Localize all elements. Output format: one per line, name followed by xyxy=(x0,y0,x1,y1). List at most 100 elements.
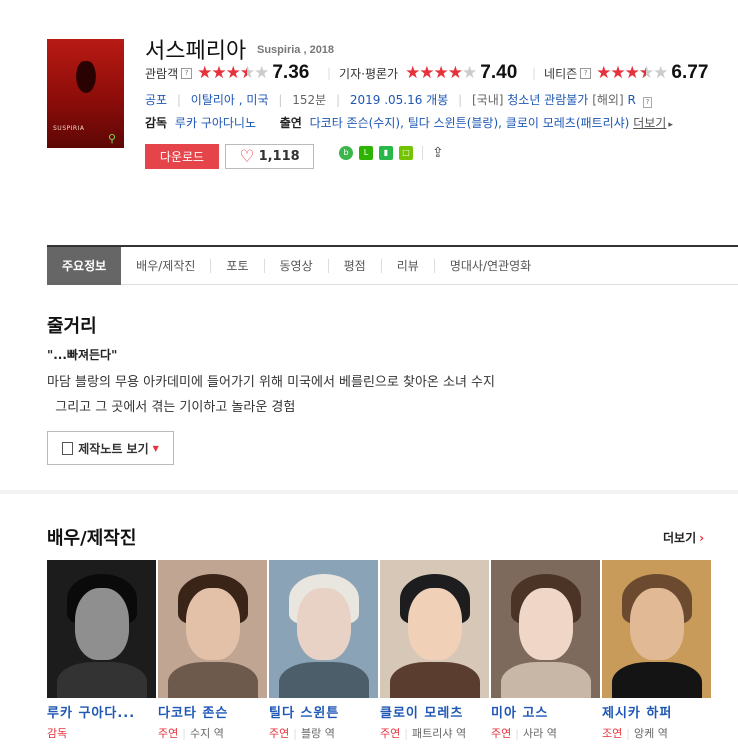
movie-info: 공포 | 이탈리아 , 미국 | 152분 | 2019 .05.16 개봉 |… xyxy=(145,91,653,108)
cast-role: 주연 | 패트리샤 역 xyxy=(380,727,467,740)
character-name: 사라 역 xyxy=(522,727,557,740)
tab-quotes[interactable]: 명대사/연관영화 xyxy=(435,259,546,273)
tab-main-info[interactable]: 주요정보 xyxy=(47,246,122,285)
cast-more-link[interactable]: 더보기 › xyxy=(663,529,704,546)
cast-name[interactable]: 다코타 존슨 xyxy=(158,702,269,721)
divider: | xyxy=(327,66,332,80)
cast-section-title: 배우/제작진 xyxy=(47,528,137,549)
movie-title[interactable]: 서스페리아 xyxy=(145,33,246,65)
caret-down-icon: ▼ xyxy=(152,443,159,453)
divider: | xyxy=(458,93,463,107)
poster-figure xyxy=(69,61,103,105)
cast-card[interactable]: 클로이 모레츠 주연 | 패트리샤 역 xyxy=(380,560,491,741)
role-type: 감독 xyxy=(47,727,68,740)
divider: | xyxy=(176,93,181,107)
tab-rating[interactable]: 평점 xyxy=(329,258,382,273)
rating-label: 관람객 xyxy=(145,66,179,81)
more-label: 더보기 xyxy=(663,531,697,545)
cast-name[interactable]: 클로이 모레츠 xyxy=(380,702,491,721)
band-share-icon[interactable]: b xyxy=(339,146,353,160)
cast-name[interactable]: 틸다 스윈튼 xyxy=(269,702,380,721)
cast-name[interactable]: 미아 고스 xyxy=(491,702,602,721)
cast-photo[interactable] xyxy=(47,560,156,698)
role-type: 주연 xyxy=(269,727,290,740)
rating-intl-label: [해외] xyxy=(592,93,624,107)
cast-card[interactable]: 루카 구아다... 감독 xyxy=(47,560,158,741)
share-icon[interactable]: ⇪ xyxy=(432,145,444,161)
help-icon[interactable]: ? xyxy=(580,67,592,79)
cast-photo[interactable] xyxy=(269,560,378,698)
star-rating: ★★★★★★ xyxy=(596,63,668,83)
country-link[interactable]: 이탈리아 , 미국 xyxy=(191,93,269,107)
tab-review[interactable]: 리뷰 xyxy=(382,258,435,273)
bookmark-share-icon[interactable]: ▮ xyxy=(379,146,393,160)
heart-icon: ♡ xyxy=(239,146,255,167)
character-name: 블랑 역 xyxy=(300,727,335,740)
role-type: 주연 xyxy=(380,727,401,740)
tab-cast-crew[interactable]: 배우/제작진 xyxy=(121,258,212,273)
cast-label: 출연 xyxy=(279,116,302,130)
rating-label: 기자·평론가 xyxy=(339,66,399,81)
cast-role: 주연 | 사라 역 xyxy=(491,727,557,740)
star-rating: ★★★★★★ xyxy=(197,63,269,83)
rating-score: 7.40 xyxy=(480,62,518,83)
release-link[interactable]: 2019 .05.16 개봉 xyxy=(350,93,448,107)
plot-text: 마담 블랑의 무용 아카데미에 들어가기 위해 미국에서 베를린으로 찾아온 소… xyxy=(47,375,495,415)
chevron-right-icon: › xyxy=(699,531,705,545)
download-button[interactable]: 다운로드 xyxy=(145,144,219,169)
rating-intl-link[interactable]: R xyxy=(627,93,635,107)
cast-role: 주연 | 수지 역 xyxy=(158,727,224,740)
like-button[interactable]: ♡ 1,118 xyxy=(225,144,314,169)
rating-kr-label: [국내] xyxy=(471,93,504,107)
movie-subtitle: Suspiria , 2018 xyxy=(257,44,335,56)
like-count: 1,118 xyxy=(258,149,300,164)
tab-bar: 주요정보 배우/제작진 포토 동영상 평점 리뷰 명대사/연관영화 xyxy=(47,245,738,285)
tab-video[interactable]: 동영상 xyxy=(265,258,329,273)
help-icon[interactable]: ? xyxy=(642,97,653,108)
zoom-icon[interactable]: ⚲ xyxy=(108,133,120,145)
tab-photo[interactable]: 포토 xyxy=(211,258,265,273)
rating-netizen: | 네티즌 ? ★★★★★★ 6.77 xyxy=(532,62,708,84)
cast-photo[interactable] xyxy=(602,560,711,698)
rating-critic: | 기자·평론가 ★★★★★ 7.40 xyxy=(327,62,517,84)
rating-score: 6.77 xyxy=(671,62,709,83)
character-name: 수지 역 xyxy=(189,727,224,740)
divider: | xyxy=(335,93,341,107)
cast-list: 루카 구아다... 감독 다코타 존슨 주연 | 수지 역 틸다 스윈튼 주연 | 블랑… xyxy=(47,560,713,741)
runtime: 152분 xyxy=(292,93,327,107)
cast-card[interactable]: 미아 고스 주연 | 사라 역 xyxy=(491,560,602,741)
cast-card[interactable]: 제시카 하퍼 조연 | 앙케 역 xyxy=(602,560,713,741)
cast-name[interactable]: 제시카 하퍼 xyxy=(602,702,713,721)
cast-name[interactable]: 루카 구아다... xyxy=(47,702,158,721)
cast-role: 감독 xyxy=(47,725,158,741)
rating-kr-link[interactable]: 청소년 관람불가 xyxy=(507,93,588,107)
divider: | xyxy=(532,66,537,80)
role-type: 조연 xyxy=(602,727,623,740)
rating-score: 7.36 xyxy=(272,62,310,83)
help-icon[interactable]: ? xyxy=(181,67,193,79)
cast-role: 주연 | 블랑 역 xyxy=(269,727,335,740)
cast-card[interactable]: 틸다 스윈튼 주연 | 블랑 역 xyxy=(269,560,380,741)
divider xyxy=(422,146,423,160)
role-type: 주연 xyxy=(158,727,179,740)
cast-photo[interactable] xyxy=(158,560,267,698)
document-icon xyxy=(62,441,74,455)
cast-card[interactable]: 다코타 존슨 주연 | 수지 역 xyxy=(158,560,269,741)
section-divider xyxy=(0,490,738,494)
genre-link[interactable]: 공포 xyxy=(145,93,167,107)
movie-poster[interactable]: SUSPIRIA ⚲ xyxy=(47,39,124,148)
cast-role: 조연 | 앙케 역 xyxy=(602,727,668,740)
cast-links[interactable]: 다코타 존슨(수지), 틸다 스윈튼(블랑), 클로이 모레츠(패트리샤) xyxy=(310,116,630,130)
cast-photo[interactable] xyxy=(491,560,600,698)
director-label: 감독 xyxy=(145,116,168,130)
director-link[interactable]: 루카 구아다니노 xyxy=(175,116,256,130)
rating-label: 네티즌 xyxy=(544,66,578,81)
memo-share-icon[interactable]: □ xyxy=(399,146,413,160)
cast-photo[interactable] xyxy=(380,560,489,698)
character-name: 앙케 역 xyxy=(633,727,668,740)
share-bar: b L ▮ □ ⇪ xyxy=(339,145,444,161)
production-note-button[interactable]: 제작노트 보기 ▼ xyxy=(47,431,174,465)
divider: | xyxy=(278,93,283,107)
line-share-icon[interactable]: L xyxy=(359,146,373,160)
more-link[interactable]: 더보기 xyxy=(633,116,666,130)
